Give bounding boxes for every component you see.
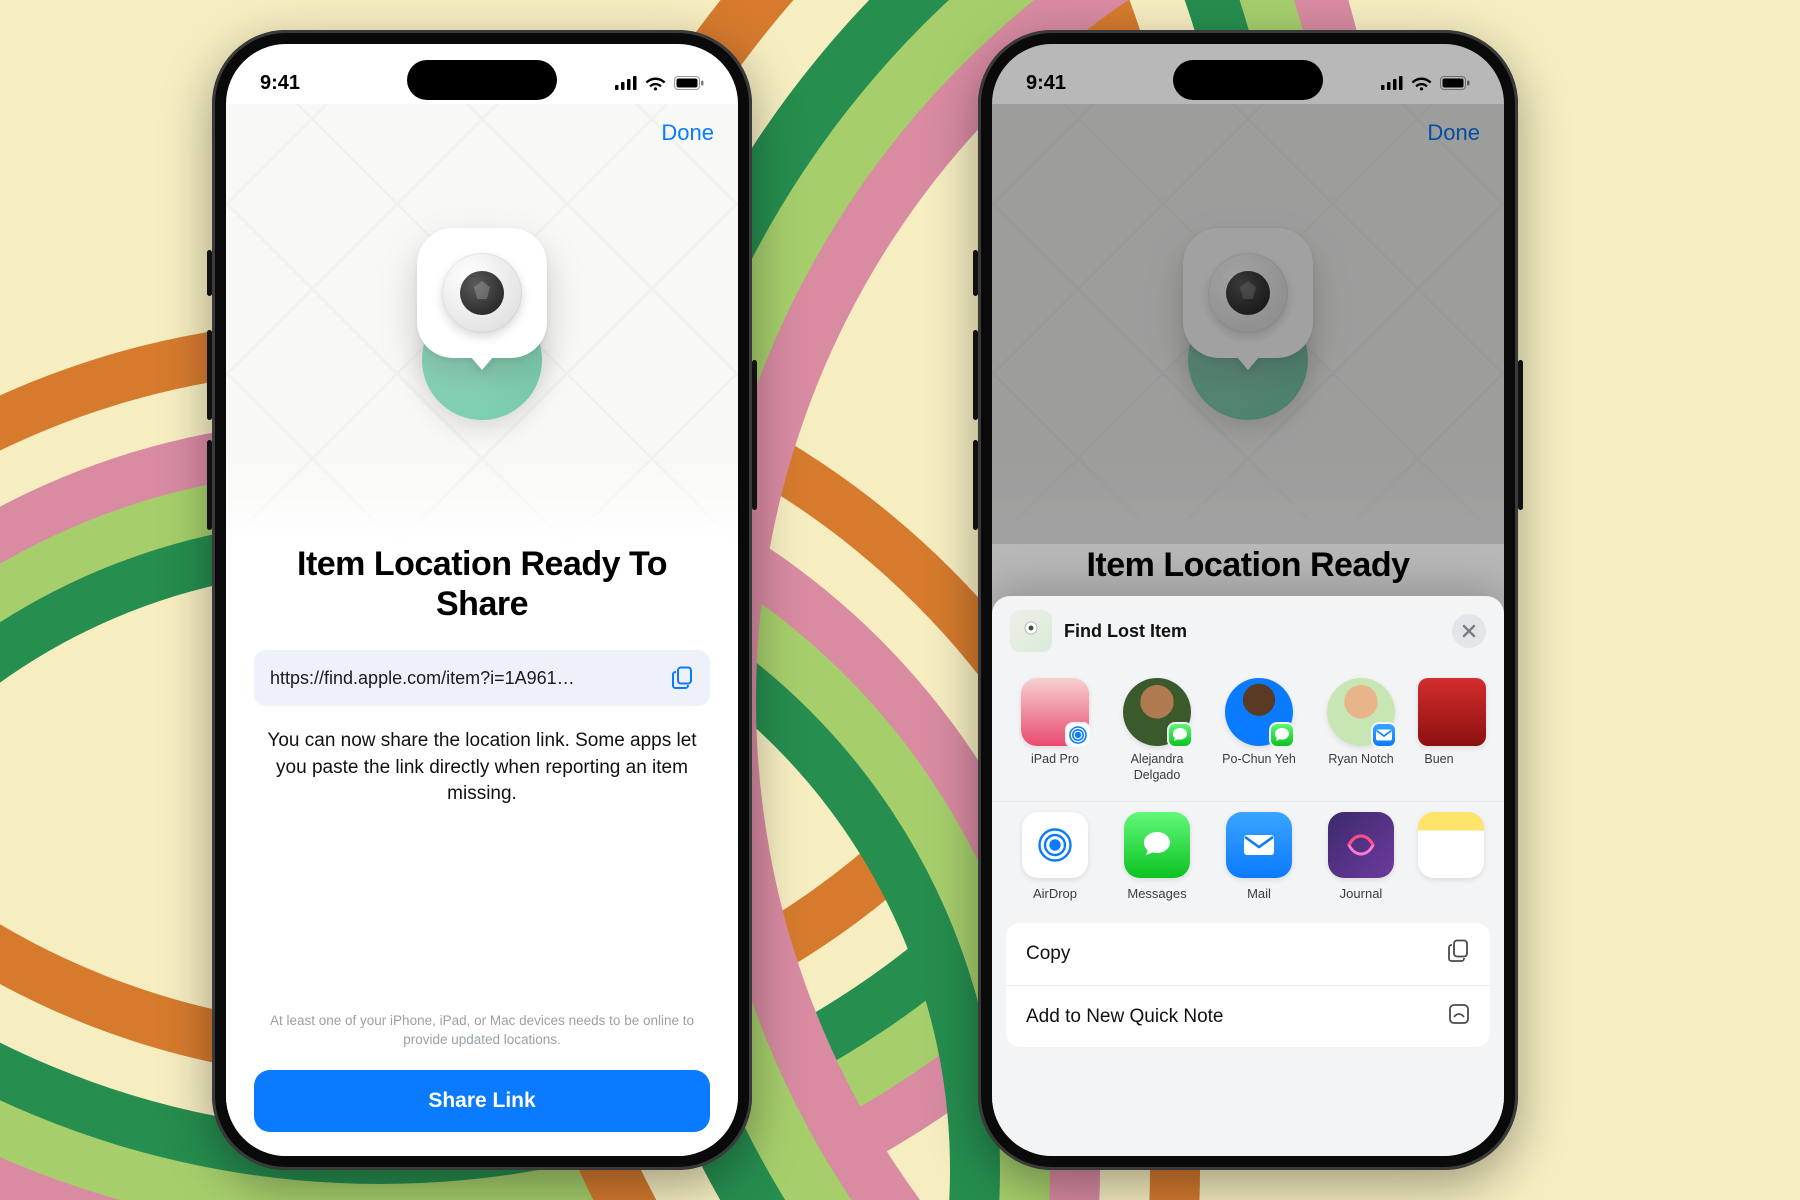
action-label: Copy [1026, 943, 1070, 965]
share-target-ipad-pro[interactable]: iPad Pro [1010, 678, 1100, 783]
copy-icon [1448, 939, 1470, 969]
share-app-partial[interactable] [1418, 812, 1452, 901]
share-sheet-title: Find Lost Item [1064, 621, 1187, 642]
map-hero [226, 104, 738, 544]
iphone-left: Done 9:41 Item Location Ready To Share h… [212, 30, 752, 1170]
share-app-label: Journal [1340, 886, 1383, 901]
share-url-field[interactable]: https://find.apple.com/item?i=1A961… [254, 650, 710, 706]
share-target-ryan[interactable]: Ryan Notch [1316, 678, 1406, 783]
messages-icon [1124, 812, 1190, 878]
share-target-alejandra[interactable]: Alejandra Delgado [1112, 678, 1202, 783]
share-app-airdrop[interactable]: AirDrop [1010, 812, 1100, 901]
messages-badge-icon [1269, 722, 1295, 748]
notes-icon [1418, 812, 1484, 878]
quick-note-icon [1448, 1003, 1470, 1031]
share-sheet: Find Lost Item iPad Pro Alejandra Delgad… [992, 596, 1504, 1156]
share-app-label: Mail [1247, 886, 1271, 901]
share-apps-row[interactable]: AirDrop Messages Mail Journal [992, 801, 1504, 923]
fine-print: At least one of your iPhone, iPad, or Ma… [254, 1011, 710, 1050]
close-button[interactable] [1452, 614, 1486, 648]
airtag-pin [397, 224, 567, 424]
share-target-label: Alejandra Delgado [1131, 752, 1184, 782]
airdrop-icon [1022, 812, 1088, 878]
share-app-label: AirDrop [1033, 886, 1077, 901]
share-app-mail[interactable]: Mail [1214, 812, 1304, 901]
airdrop-badge-icon [1065, 722, 1091, 748]
share-actions: Copy Add to New Quick Note [1006, 923, 1490, 1047]
copy-icon[interactable] [672, 666, 694, 690]
iphone-right: Done 9:41 Item Location Ready Find [978, 30, 1518, 1170]
share-target-label: Buen [1424, 752, 1453, 766]
done-button[interactable]: Done [661, 120, 714, 146]
action-quick-note[interactable]: Add to New Quick Note [1006, 985, 1490, 1047]
status-time: 9:41 [260, 72, 300, 95]
share-app-journal[interactable]: Journal [1316, 812, 1406, 901]
share-target-label: Po-Chun Yeh [1222, 752, 1296, 766]
share-sheet-thumb-icon [1010, 610, 1052, 652]
page-title: Item Location Ready To Share [254, 544, 710, 624]
dynamic-island [407, 60, 557, 100]
battery-icon [674, 76, 704, 90]
share-target-pochun[interactable]: Po-Chun Yeh [1214, 678, 1304, 783]
action-copy[interactable]: Copy [1006, 923, 1490, 985]
share-link-button[interactable]: Share Link [254, 1070, 710, 1132]
share-url-text: https://find.apple.com/item?i=1A961… [270, 668, 660, 689]
close-icon [1462, 624, 1476, 638]
messages-badge-icon [1167, 722, 1193, 748]
content: Item Location Ready To Share https://fin… [226, 544, 738, 1156]
share-target-partial[interactable]: Buen [1418, 678, 1460, 783]
wifi-icon [645, 76, 666, 91]
action-label: Add to New Quick Note [1026, 1006, 1223, 1028]
wallpaper: Done 9:41 Item Location Ready To Share h… [0, 0, 1800, 1200]
status-bar: 9:41 [226, 44, 738, 108]
description: You can now share the location link. Som… [254, 728, 710, 808]
mail-badge-icon [1371, 722, 1397, 748]
share-app-label: Messages [1127, 886, 1186, 901]
share-app-messages[interactable]: Messages [1112, 812, 1202, 901]
mail-icon [1226, 812, 1292, 878]
share-target-label: Ryan Notch [1328, 752, 1393, 766]
cellular-icon [615, 76, 637, 90]
share-people-row[interactable]: iPad Pro Alejandra Delgado Po-Chun Yeh R… [992, 666, 1504, 801]
share-target-label: iPad Pro [1031, 752, 1079, 766]
navbar: Done [226, 104, 738, 162]
journal-icon [1328, 812, 1394, 878]
